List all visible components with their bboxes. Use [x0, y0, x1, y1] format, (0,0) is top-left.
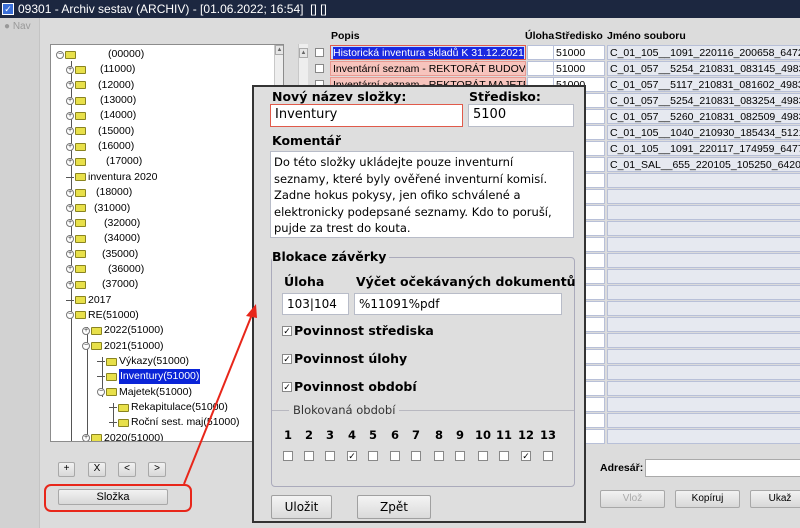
annotation-arrow — [183, 304, 257, 485]
